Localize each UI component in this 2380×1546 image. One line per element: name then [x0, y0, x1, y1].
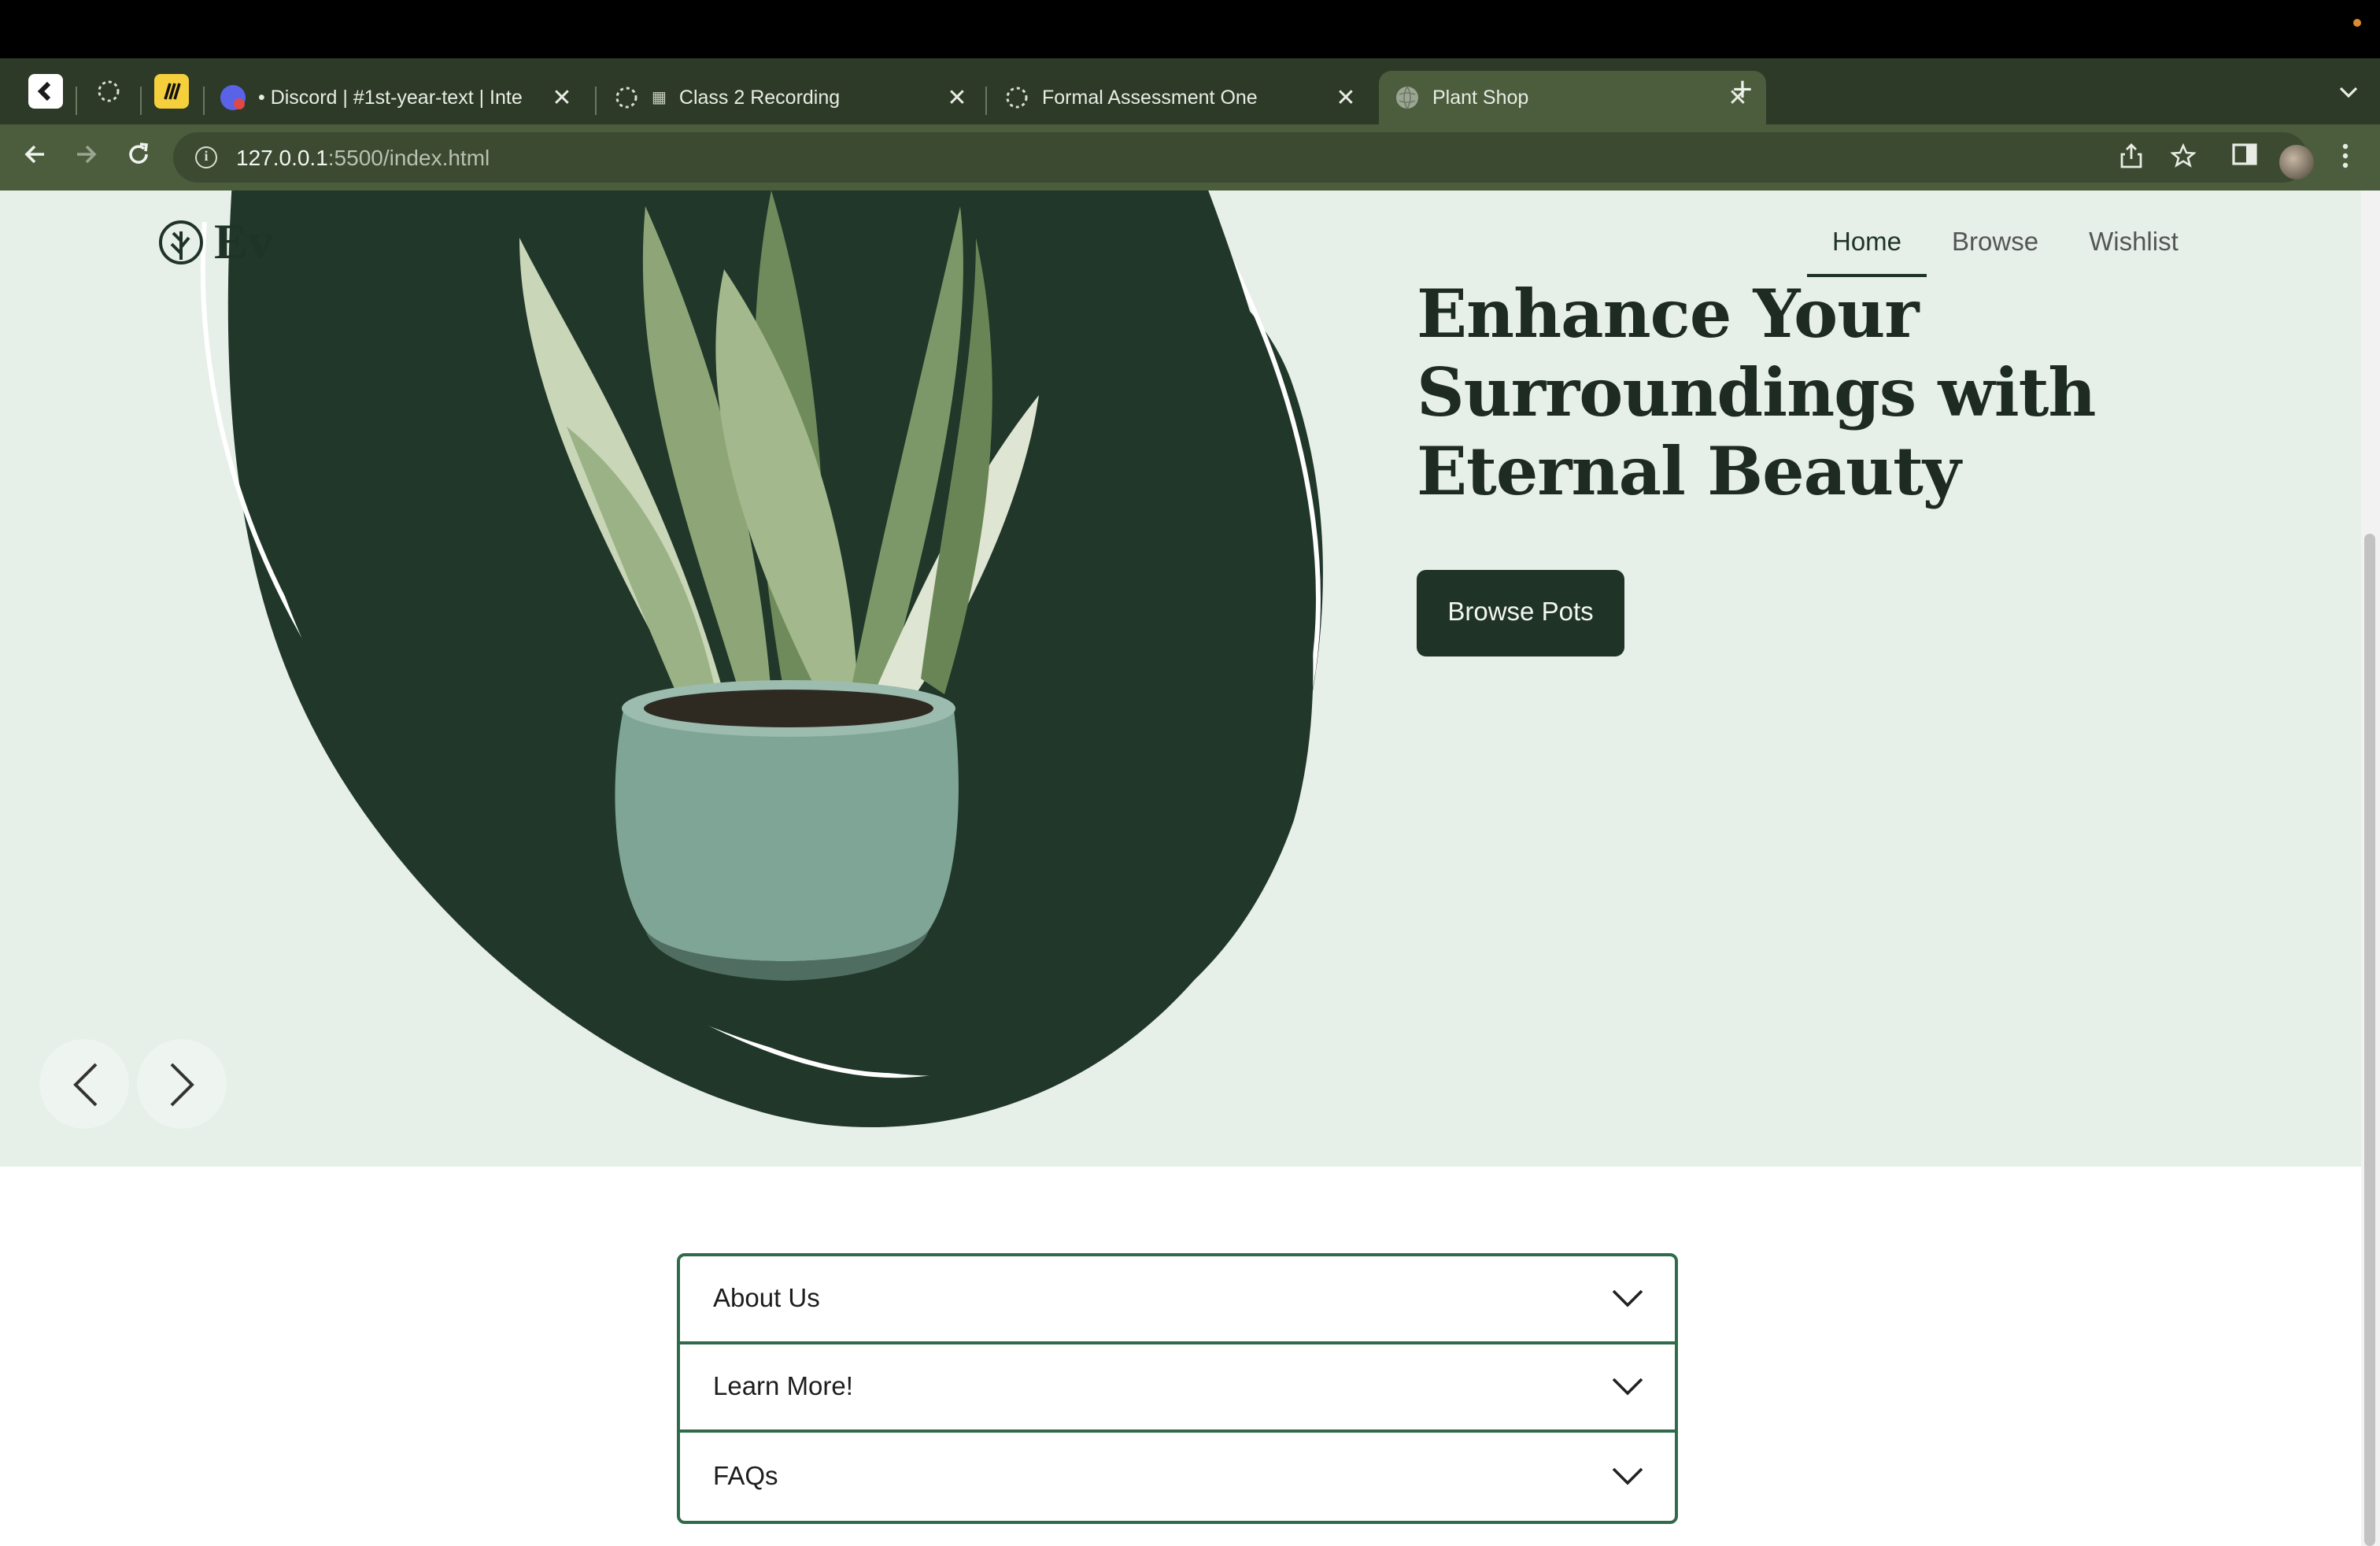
accordion-item-faqs[interactable]: FAQs: [680, 1433, 1675, 1521]
tab-title: Class 2 Recording: [678, 87, 841, 109]
reload-icon: [129, 142, 149, 164]
new-tab-button[interactable]: +: [1725, 72, 1760, 109]
pot: [615, 680, 959, 981]
tab-formal-assessment[interactable]: Formal Assessment One ✕: [989, 71, 1374, 124]
discord-icon: [220, 85, 246, 110]
nav-wishlist[interactable]: Wishlist: [2064, 222, 2204, 277]
hero-section: Ev Home Browse Wishlist Enhance Your Sur…: [0, 190, 2361, 1167]
hero-illustration: [200, 190, 1323, 1127]
calendar-icon: ▦: [652, 89, 667, 106]
browse-pots-button[interactable]: Browse Pots: [1417, 570, 1624, 656]
chevron-down-icon: [1612, 1289, 1643, 1307]
close-tab-icon[interactable]: ✕: [944, 83, 970, 112]
os-menu-bar: [0, 0, 2380, 58]
accordion-label: FAQs: [713, 1462, 778, 1490]
page-viewport: Ev Home Browse Wishlist Enhance Your Sur…: [0, 190, 2380, 1546]
url-path: :5500/index.html: [327, 145, 490, 170]
tab-title: • Discord | #1st-year-text | Inte: [258, 87, 523, 109]
side-panel-icon[interactable]: [2230, 143, 2259, 172]
miro-icon: [164, 83, 181, 100]
tab-plant-shop[interactable]: Plant Shop ✕: [1379, 71, 1766, 124]
info-accordion: About Us Learn More! FAQs: [677, 1253, 1678, 1524]
browser-toolbar: i 127.0.0.1:5500/index.html: [0, 124, 2380, 190]
loading-icon: [98, 80, 120, 102]
more-menu-icon[interactable]: [2331, 143, 2360, 172]
pinned-tab-kahoot[interactable]: [28, 74, 63, 109]
loading-icon: [615, 87, 638, 109]
nav-home[interactable]: Home: [1807, 222, 1927, 277]
address-bar[interactable]: i 127.0.0.1:5500/index.html: [173, 132, 2308, 183]
tab-title: Plant Shop: [1432, 87, 1529, 109]
accordion-label: Learn More!: [713, 1372, 853, 1400]
nav-browse[interactable]: Browse: [1927, 222, 2064, 277]
reload-button[interactable]: [121, 140, 156, 175]
accordion-label: About Us: [713, 1284, 820, 1312]
bookmark-star-icon[interactable]: [2169, 142, 2197, 172]
chevron-down-icon: [1612, 1378, 1643, 1396]
share-icon[interactable]: [2117, 143, 2145, 172]
loading-icon: [1006, 87, 1028, 109]
tab-discord[interactable]: • Discord | #1st-year-text | Inte ✕: [205, 71, 590, 124]
tab-title: Formal Assessment One: [1042, 87, 1258, 109]
page-scrollbar[interactable]: [2361, 190, 2380, 1546]
back-button[interactable]: [17, 140, 52, 175]
accordion-item-learn-more[interactable]: Learn More!: [680, 1344, 1675, 1433]
accordion-item-about[interactable]: About Us: [680, 1256, 1675, 1344]
logo-text: Ev: [214, 213, 273, 269]
profile-avatar[interactable]: [2279, 145, 2314, 179]
arrow-right-icon: [77, 145, 97, 164]
close-tab-icon[interactable]: ✕: [1333, 83, 1358, 112]
url-host: 127.0.0.1: [236, 145, 328, 170]
hero-title: Enhance Your Surroundings with Eternal B…: [1417, 276, 2097, 510]
globe-icon: [1396, 86, 1418, 109]
chevron-right-icon: [169, 1062, 194, 1106]
leaf-logo-icon: [159, 220, 203, 264]
tab-search-chevron-icon[interactable]: [2339, 82, 2358, 104]
tab-strip: • Discord | #1st-year-text | Inte ✕ ▦ Cl…: [0, 58, 2380, 124]
forward-button[interactable]: [69, 140, 104, 175]
chevron-left-icon: [72, 1062, 97, 1106]
recording-indicator: [2353, 19, 2361, 27]
site-logo[interactable]: Ev: [157, 213, 273, 271]
pinned-tab-loading[interactable]: [91, 74, 126, 109]
site-nav: Home Browse Wishlist: [1807, 222, 2204, 277]
arrow-left-icon: [24, 145, 44, 164]
close-tab-icon[interactable]: ✕: [549, 83, 575, 112]
chevron-down-icon: [1612, 1467, 1643, 1485]
carousel-next-button[interactable]: [137, 1039, 227, 1129]
scrollbar-thumb[interactable]: [2364, 534, 2375, 1546]
tab-class-2-recording[interactable]: ▦ Class 2 Recording ✕: [598, 71, 985, 124]
info-icon[interactable]: i: [195, 146, 217, 168]
pinned-tab-miro[interactable]: [154, 74, 189, 109]
kahoot-icon: [37, 81, 51, 102]
carousel-prev-button[interactable]: [39, 1039, 129, 1129]
